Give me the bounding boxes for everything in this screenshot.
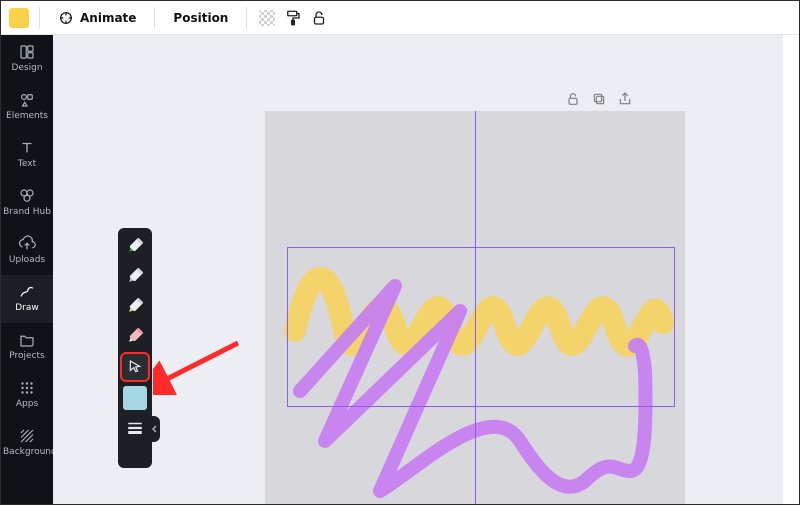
- panel-expander[interactable]: [150, 416, 160, 442]
- color-chip[interactable]: [123, 386, 147, 410]
- sidebar-label: Text: [18, 160, 36, 169]
- sidebar-item-brandhub[interactable]: Brand Hub: [1, 179, 53, 227]
- sidebar-label: Design: [11, 64, 42, 73]
- divider: [246, 7, 247, 29]
- duplicate-icon[interactable]: [591, 91, 607, 111]
- transparency-icon[interactable]: [257, 8, 277, 28]
- stroke-settings-icon[interactable]: [123, 416, 147, 440]
- sidebar-item-text[interactable]: Text: [1, 131, 53, 179]
- left-sidebar: Design Elements Text Brand Hub Uploads D…: [1, 35, 53, 504]
- sidebar-label: Projects: [9, 352, 44, 361]
- sidebar-item-apps[interactable]: Apps: [1, 371, 53, 419]
- animate-button[interactable]: Animate: [50, 4, 144, 32]
- top-toolbar: Animate Position: [1, 1, 799, 35]
- color-swatch[interactable]: [9, 8, 29, 28]
- position-button[interactable]: Position: [165, 4, 236, 32]
- sidebar-item-background[interactable]: Background: [1, 419, 53, 467]
- stage: [53, 35, 783, 504]
- divider: [39, 7, 40, 29]
- pen-marker[interactable]: [123, 234, 147, 258]
- selection-bounds[interactable]: [287, 247, 675, 407]
- lock-icon[interactable]: [565, 91, 581, 111]
- sidebar-item-elements[interactable]: Elements: [1, 83, 53, 131]
- sidebar-label: Elements: [6, 112, 48, 121]
- sidebar-label: Brand Hub: [3, 208, 51, 217]
- paint-roller-icon[interactable]: [283, 8, 303, 28]
- design-canvas[interactable]: [265, 111, 685, 504]
- animate-icon: [58, 10, 74, 26]
- divider: [154, 7, 155, 29]
- sidebar-item-uploads[interactable]: Uploads: [1, 227, 53, 275]
- position-label: Position: [173, 11, 228, 25]
- sidebar-item-design[interactable]: Design: [1, 35, 53, 83]
- pen-fine[interactable]: [123, 294, 147, 318]
- sidebar-label: Draw: [15, 304, 39, 313]
- sidebar-label: Uploads: [9, 256, 45, 265]
- cursor-tool[interactable]: [122, 354, 148, 380]
- canvas-ops: [565, 91, 633, 111]
- share-icon[interactable]: [617, 91, 633, 111]
- pen-eraser[interactable]: [123, 324, 147, 348]
- animate-label: Animate: [80, 11, 136, 25]
- draw-tool-panel: [118, 228, 152, 468]
- sidebar-item-projects[interactable]: Projects: [1, 323, 53, 371]
- pen-highlighter[interactable]: [123, 264, 147, 288]
- right-strip: [783, 35, 799, 504]
- sidebar-item-draw[interactable]: Draw: [1, 275, 53, 323]
- sidebar-label: Background: [3, 448, 51, 457]
- instruction-arrow: [153, 335, 243, 395]
- sidebar-label: Apps: [16, 400, 38, 409]
- lock-icon[interactable]: [309, 8, 329, 28]
